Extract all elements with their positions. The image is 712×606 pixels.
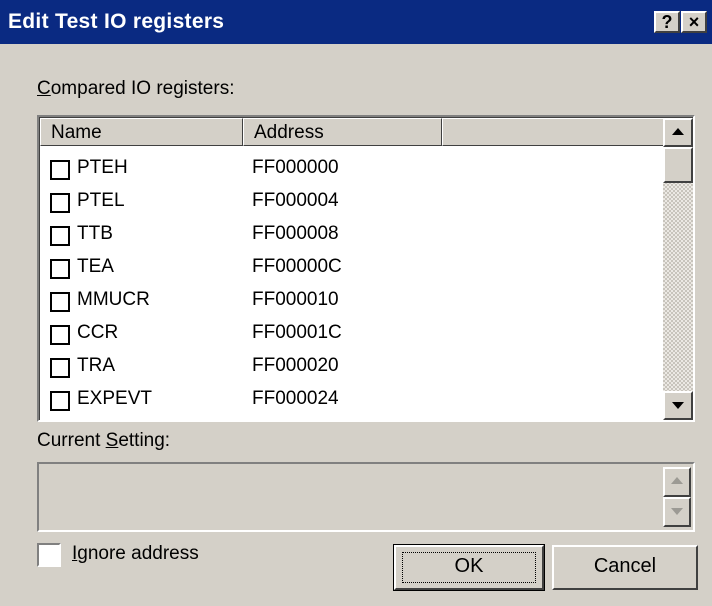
close-button[interactable]: × (681, 11, 707, 33)
list-item[interactable]: TEA FF00000C (40, 251, 640, 284)
row-checkbox[interactable] (50, 226, 70, 246)
register-address: FF000020 (252, 355, 339, 376)
current-setting-label: Current Setting: (37, 430, 171, 451)
scroll-up-button[interactable] (663, 118, 693, 147)
list-item[interactable]: TTB FF000008 (40, 218, 640, 251)
list-item[interactable]: MMUCR FF000010 (40, 284, 640, 317)
register-name: MMUCR (77, 289, 150, 310)
arrow-up-icon (671, 477, 683, 484)
ignore-address-label[interactable]: Ignore address (72, 543, 199, 565)
setting-scroll-down-button (663, 497, 691, 527)
setting-scroll-up-button (663, 467, 691, 497)
arrow-up-icon (672, 128, 684, 135)
register-name: PTEL (77, 190, 125, 211)
column-header-blank[interactable] (442, 118, 664, 146)
scroll-down-button[interactable] (663, 391, 693, 420)
register-name: PTEH (77, 157, 128, 178)
register-name: EXPEVT (77, 388, 152, 409)
compared-registers-label: Compared IO registers: (37, 78, 235, 99)
window-title: Edit Test IO registers (8, 10, 225, 33)
cancel-button[interactable]: Cancel (552, 545, 698, 590)
register-address: FF00001C (252, 322, 342, 343)
list-item[interactable]: CCR FF00001C (40, 317, 640, 350)
row-checkbox[interactable] (50, 160, 70, 180)
register-address: FF00000C (252, 256, 342, 277)
row-checkbox[interactable] (50, 259, 70, 279)
list-scrollbar[interactable] (663, 118, 693, 420)
column-header-address[interactable]: Address (243, 118, 442, 146)
row-checkbox[interactable] (50, 325, 70, 345)
close-icon: × (688, 12, 700, 32)
register-address: FF000000 (252, 157, 339, 178)
list-item[interactable]: TRA FF000020 (40, 350, 640, 383)
help-button[interactable]: ? (654, 11, 680, 33)
register-name: TEA (77, 256, 114, 277)
cancel-button-label: Cancel (593, 555, 657, 577)
focus-rect (402, 552, 536, 583)
row-checkbox[interactable] (50, 391, 70, 411)
register-name: TTB (77, 223, 113, 244)
register-address: FF000010 (252, 289, 339, 310)
list-item[interactable]: PTEH FF000000 (40, 152, 640, 185)
ignore-address-checkbox[interactable] (37, 543, 61, 567)
ok-button[interactable]: OK (393, 544, 545, 591)
title-bar: Edit Test IO registers ? × (0, 0, 712, 44)
arrow-down-icon (672, 402, 684, 409)
help-icon: ? (661, 12, 673, 32)
list-item[interactable]: PTEL FF000004 (40, 185, 640, 218)
register-address: FF000008 (252, 223, 339, 244)
register-address: FF000004 (252, 190, 339, 211)
row-checkbox[interactable] (50, 193, 70, 213)
row-checkbox[interactable] (50, 358, 70, 378)
registers-list[interactable]: Name Address PTEH FF000000 PTEL FF000004… (37, 115, 695, 422)
row-checkbox[interactable] (50, 292, 70, 312)
current-setting-field (37, 462, 695, 532)
register-name: CCR (77, 322, 119, 343)
scroll-thumb[interactable] (663, 147, 693, 183)
register-address: FF000024 (252, 388, 339, 409)
arrow-down-icon (671, 508, 683, 515)
register-name: TRA (77, 355, 115, 376)
list-item[interactable]: EXPEVT FF000024 (40, 383, 640, 416)
column-header-name[interactable]: Name (40, 118, 243, 146)
